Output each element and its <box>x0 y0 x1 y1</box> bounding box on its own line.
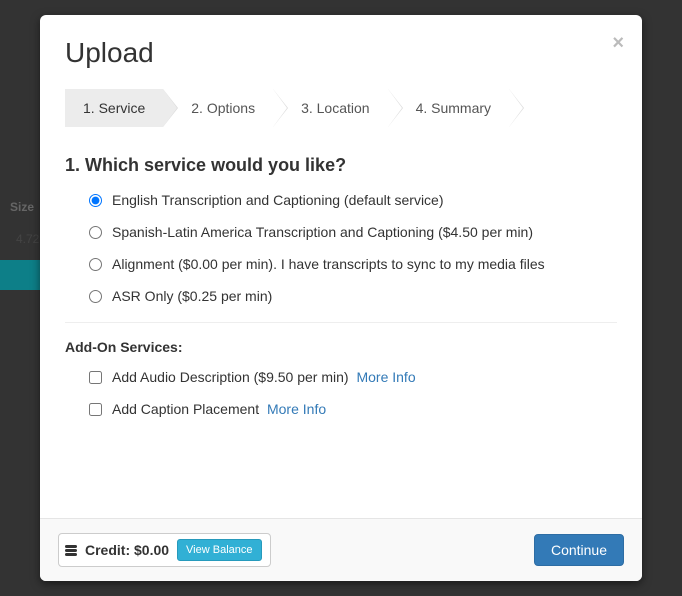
step-service[interactable]: 1. Service <box>65 89 163 127</box>
step-options[interactable]: 2. Options <box>163 89 273 127</box>
service-option-alignment[interactable]: Alignment ($0.00 per min). I have transc… <box>89 256 617 272</box>
addon-options: Add Audio Description ($9.50 per min) Mo… <box>65 369 617 417</box>
addons-heading: Add-On Services: <box>65 339 617 355</box>
credit-icon <box>65 545 77 556</box>
step-breadcrumb: 1. Service 2. Options 3. Location 4. Sum… <box>65 89 617 127</box>
radio-spanish[interactable] <box>89 226 102 239</box>
addon-audio-description[interactable]: Add Audio Description ($9.50 per min) Mo… <box>89 369 617 385</box>
addon-label: Add Audio Description ($9.50 per min) <box>112 369 349 385</box>
step-summary[interactable]: 4. Summary <box>388 89 509 127</box>
more-info-caption-placement[interactable]: More Info <box>267 401 326 417</box>
bg-column-header: Size <box>10 200 34 214</box>
radio-asr[interactable] <box>89 290 102 303</box>
service-option-english[interactable]: English Transcription and Captioning (de… <box>89 192 617 208</box>
service-label: Alignment ($0.00 per min). I have transc… <box>112 256 545 272</box>
step-location[interactable]: 3. Location <box>273 89 388 127</box>
continue-button[interactable]: Continue <box>534 534 624 566</box>
radio-alignment[interactable] <box>89 258 102 271</box>
modal-header: Upload × <box>40 15 642 79</box>
close-button[interactable]: × <box>612 33 624 53</box>
credit-box: Credit: $0.00 View Balance <box>58 533 271 567</box>
service-option-spanish[interactable]: Spanish-Latin America Transcription and … <box>89 224 617 240</box>
bg-teal-strip <box>0 260 40 290</box>
separator <box>65 322 617 323</box>
addon-label: Add Caption Placement <box>112 401 259 417</box>
view-balance-button[interactable]: View Balance <box>177 539 261 561</box>
service-options: English Transcription and Captioning (de… <box>65 192 617 304</box>
credit-label: Credit: $0.00 <box>85 542 169 558</box>
checkbox-audio-description[interactable] <box>89 371 102 384</box>
service-heading: 1. Which service would you like? <box>65 155 617 176</box>
bg-size-value: 4.72 <box>16 232 39 246</box>
service-option-asr[interactable]: ASR Only ($0.25 per min) <box>89 288 617 304</box>
modal-body: 1. Service 2. Options 3. Location 4. Sum… <box>40 79 642 518</box>
checkbox-caption-placement[interactable] <box>89 403 102 416</box>
modal-title: Upload <box>65 37 617 69</box>
service-label: Spanish-Latin America Transcription and … <box>112 224 533 240</box>
modal-footer: Credit: $0.00 View Balance Continue <box>40 518 642 581</box>
addon-caption-placement[interactable]: Add Caption Placement More Info <box>89 401 617 417</box>
more-info-audio-description[interactable]: More Info <box>356 369 415 385</box>
service-label: ASR Only ($0.25 per min) <box>112 288 272 304</box>
service-label: English Transcription and Captioning (de… <box>112 192 444 208</box>
radio-english[interactable] <box>89 194 102 207</box>
upload-modal: Upload × 1. Service 2. Options 3. Locati… <box>40 15 642 581</box>
